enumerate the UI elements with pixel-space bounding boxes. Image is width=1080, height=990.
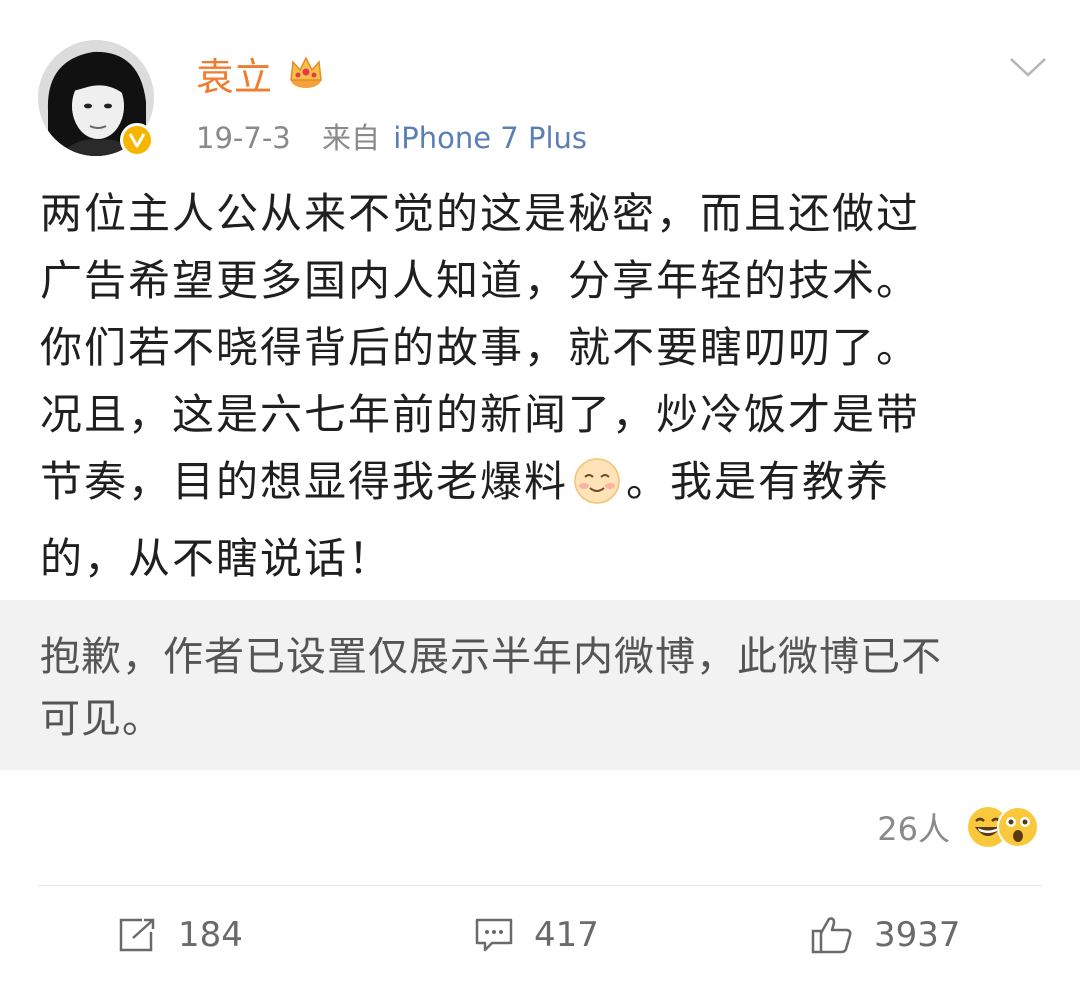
comment-icon	[475, 918, 513, 952]
repost-button[interactable]: 184	[118, 905, 243, 965]
repost-count: 184	[178, 915, 243, 955]
divider	[38, 885, 1042, 886]
post-header: 袁立 19-7-3 来自 iPhone 7 Plus	[0, 0, 1080, 170]
content-line: 广告希望更多国内人知道，分享年轻的技术。	[40, 256, 921, 305]
author-name-row: 袁立	[196, 52, 326, 102]
notice-line: 可见。	[40, 696, 163, 742]
content-segment: 节奏，目的想显得我老爆料	[40, 457, 569, 506]
source-device[interactable]: iPhone 7 Plus	[393, 121, 587, 155]
content-line: 你们若不晓得背后的故事，就不要瞎叨叨了。	[40, 323, 921, 372]
content-line: 的，从不瞎说话！	[40, 534, 393, 583]
smile-emoji-icon	[572, 456, 622, 525]
content-line-with-emoji: 节奏，目的想显得我老爆料 。我是有教养	[40, 448, 1040, 525]
post-content: 两位主人公从来不觉的这是秘密，而且还做过 广告希望更多国内人知道，分享年轻的技术…	[40, 180, 1040, 592]
source-prefix: 来自	[321, 121, 380, 155]
crown-icon	[286, 52, 326, 102]
like-button[interactable]: 3937	[810, 905, 961, 965]
surprised-emoji-icon	[997, 806, 1039, 848]
verified-badge-icon	[120, 123, 154, 157]
notice-line: 抱歉，作者已设置仅展示半年内微博，此微博已不	[40, 634, 942, 680]
comment-count: 417	[534, 915, 599, 955]
comment-button[interactable]: 417	[474, 905, 599, 965]
action-bar: 184 417 3937	[0, 905, 1080, 965]
notice-text: 抱歉，作者已设置仅展示半年内微博，此微博已不 可见。	[40, 626, 1050, 750]
hidden-repost-notice[interactable]: 抱歉，作者已设置仅展示半年内微博，此微博已不 可见。	[0, 600, 1080, 770]
content-line: 两位主人公从来不觉的这是秘密，而且还做过	[40, 189, 921, 238]
post-meta: 19-7-3 来自 iPhone 7 Plus	[196, 118, 587, 158]
reaction-count: 26人	[877, 810, 950, 848]
repost-icon	[119, 918, 155, 952]
content-segment: 。我是有教养	[626, 457, 891, 506]
reaction-icons	[966, 805, 1040, 849]
content-line: 况且，这是六七年前的新闻了，炒冷饭才是带	[40, 390, 921, 439]
author-name[interactable]: 袁立	[196, 52, 272, 102]
thumbs-up-icon	[811, 917, 852, 954]
chevron-down-icon[interactable]	[1008, 56, 1048, 78]
reaction-summary[interactable]: 26人	[877, 802, 1040, 852]
like-count: 3937	[874, 915, 961, 955]
post-date: 19-7-3	[196, 121, 291, 155]
